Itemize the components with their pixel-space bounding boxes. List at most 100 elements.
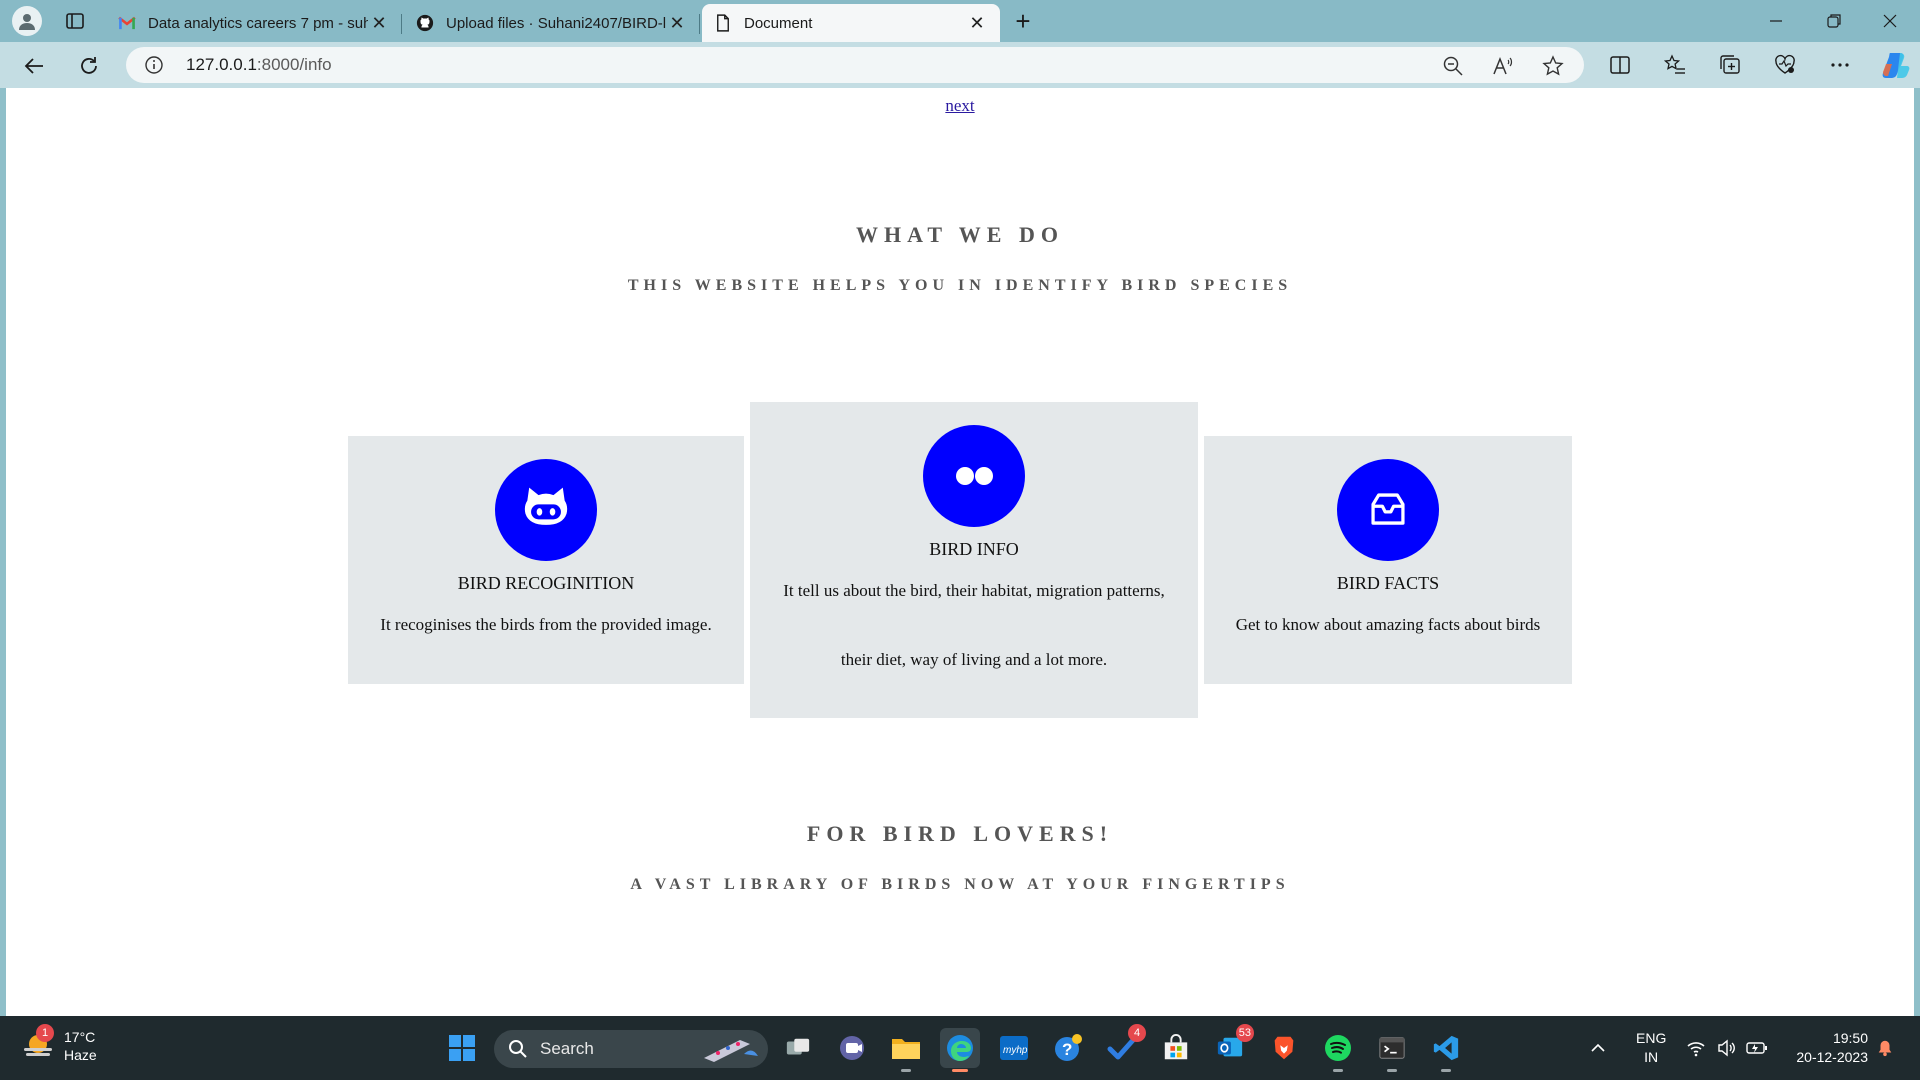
- task-view-button[interactable]: [778, 1028, 818, 1068]
- quick-settings[interactable]: [1686, 1016, 1768, 1080]
- settings-more-button[interactable]: [1827, 52, 1853, 78]
- github-icon: [416, 14, 434, 32]
- weather-widget[interactable]: 1 17°C Haze: [20, 1024, 97, 1064]
- teams-chat-app[interactable]: [832, 1028, 872, 1068]
- document-icon: [714, 14, 732, 32]
- copilot-icon: [1882, 53, 1910, 78]
- card-bird-facts: BIRD FACTS Get to know about amazing fac…: [1204, 436, 1572, 684]
- microsoft-store-app[interactable]: [1156, 1028, 1196, 1068]
- spotify-icon: [1325, 1035, 1351, 1061]
- svg-text:?: ?: [1062, 1040, 1072, 1059]
- weather-badge: 1: [36, 1024, 54, 1042]
- card-description: It recoginises the birds from the provid…: [380, 615, 712, 634]
- close-tab-icon[interactable]: ✕: [966, 12, 988, 34]
- bell-icon: [1878, 1040, 1892, 1057]
- new-tab-button[interactable]: +: [1010, 6, 1036, 36]
- vscode-icon: [1433, 1035, 1459, 1061]
- help-app[interactable]: ?: [1048, 1028, 1088, 1068]
- close-tab-icon[interactable]: ✕: [666, 12, 688, 34]
- restore-icon: [1827, 14, 1841, 28]
- copilot-button[interactable]: [1880, 50, 1910, 80]
- svg-text:myhp: myhp: [1003, 1045, 1028, 1056]
- favorites-button[interactable]: [1662, 52, 1688, 78]
- taskbar-search[interactable]: Search: [494, 1030, 768, 1068]
- address-bar[interactable]: 127.0.0.1:8000/info: [126, 47, 1584, 83]
- favorite-button[interactable]: [1542, 55, 1564, 77]
- refresh-button[interactable]: [73, 50, 105, 82]
- zoom-button[interactable]: [1442, 55, 1464, 77]
- what-we-do-title: WHAT WE DO: [856, 222, 1064, 247]
- restore-button[interactable]: [1806, 0, 1862, 42]
- card-description: Get to know about amazing facts about bi…: [1235, 615, 1541, 634]
- myhp-app[interactable]: myhp: [994, 1028, 1034, 1068]
- flickr-icon: [923, 425, 1025, 527]
- more-dots-icon: [1831, 63, 1849, 67]
- tab-github[interactable]: Upload files · Suhani2407/BIRD-l ✕: [404, 4, 700, 42]
- clock-time: 19:50: [1832, 1030, 1868, 1046]
- card-bird-recognition: BIRD RECOGINITION It recoginises the bir…: [348, 436, 744, 684]
- next-link-container: next: [6, 96, 1914, 116]
- next-link[interactable]: next: [945, 96, 974, 115]
- split-screen-button[interactable]: [1607, 52, 1633, 78]
- site-info-icon[interactable]: [144, 55, 164, 75]
- close-window-button[interactable]: [1862, 0, 1918, 42]
- language-code: ENG: [1636, 1030, 1667, 1046]
- profile-avatar[interactable]: [12, 6, 42, 36]
- read-aloud-button[interactable]: [1492, 55, 1514, 77]
- file-explorer-app[interactable]: [886, 1028, 926, 1072]
- start-button[interactable]: [442, 1028, 482, 1068]
- card-bird-info: BIRD INFO It tell us about the bird, the…: [750, 402, 1198, 718]
- split-screen-icon: [1610, 56, 1630, 74]
- haze-sun-icon: 1: [20, 1024, 56, 1064]
- outlook-app[interactable]: 53: [1210, 1024, 1254, 1068]
- search-highlight-icon: [704, 1040, 758, 1062]
- url-path: :8000/info: [256, 55, 332, 74]
- windows-taskbar: 1 17°C Haze Search myhp ? 4 53 ENG IN 19…: [0, 1016, 1920, 1080]
- terminal-app[interactable]: [1372, 1028, 1412, 1072]
- back-button[interactable]: [18, 50, 50, 82]
- url-host: 127.0.0.1: [186, 55, 257, 74]
- inbox-icon: [1337, 459, 1439, 561]
- chat-icon: [840, 1036, 864, 1060]
- tab-title: Data analytics careers 7 pm - suh: [148, 14, 368, 32]
- notifications-button[interactable]: [1876, 1016, 1894, 1080]
- language-indicator[interactable]: ENG IN: [1636, 1016, 1666, 1080]
- help-icon: ?: [1055, 1034, 1082, 1061]
- web-page: next WHAT WE DO THIS WEBSITE HELPS YOU I…: [6, 88, 1914, 1016]
- brave-lion-icon: [1274, 1036, 1294, 1060]
- battery-icon: [1746, 1042, 1767, 1054]
- refresh-icon: [81, 57, 97, 74]
- bird-lovers-subtitle: A VAST LIBRARY OF BIRDS NOW AT YOUR FING…: [630, 876, 1290, 893]
- weather-condition: Haze: [64, 1047, 97, 1063]
- tab-gmail[interactable]: Data analytics careers 7 pm - suh ✕: [106, 4, 402, 42]
- minimize-button[interactable]: [1748, 0, 1804, 42]
- gmail-icon: [118, 14, 136, 32]
- windows-logo-icon: [449, 1035, 475, 1061]
- minimize-icon: [1770, 20, 1782, 22]
- what-we-do-subtitle: THIS WEBSITE HELPS YOU IN IDENTIFY BIRD …: [627, 277, 1293, 294]
- store-icon: [1164, 1034, 1188, 1060]
- search-label: Search: [540, 1039, 594, 1058]
- tab-document[interactable]: Document ✕: [702, 4, 1000, 42]
- vscode-app[interactable]: [1426, 1028, 1466, 1072]
- tab-title: Upload files · Suhani2407/BIRD-l: [446, 14, 666, 32]
- tab-actions-button[interactable]: [62, 8, 88, 34]
- show-hidden-icons[interactable]: [1590, 1016, 1606, 1080]
- close-tab-icon[interactable]: ✕: [368, 12, 390, 34]
- collections-button[interactable]: [1717, 52, 1743, 78]
- edge-app[interactable]: [940, 1028, 980, 1072]
- card-description: It tell us about the bird, their habitat…: [783, 581, 1165, 669]
- browser-essentials-button[interactable]: [1772, 52, 1798, 78]
- close-icon: [1883, 14, 1897, 28]
- spotify-app[interactable]: [1318, 1028, 1358, 1072]
- star-icon: [1542, 55, 1564, 76]
- todo-app[interactable]: 4: [1102, 1024, 1146, 1068]
- search-icon: [509, 1040, 527, 1058]
- clock[interactable]: 19:50 20-12-2023: [1786, 1016, 1868, 1080]
- url-text[interactable]: 127.0.0.1:8000/info: [186, 55, 332, 75]
- brave-app[interactable]: [1264, 1028, 1304, 1068]
- myhp-icon: myhp: [1000, 1036, 1028, 1060]
- wifi-icon: [1687, 1042, 1705, 1057]
- edge-icon: [947, 1035, 973, 1061]
- heart-pulse-icon: [1775, 54, 1795, 74]
